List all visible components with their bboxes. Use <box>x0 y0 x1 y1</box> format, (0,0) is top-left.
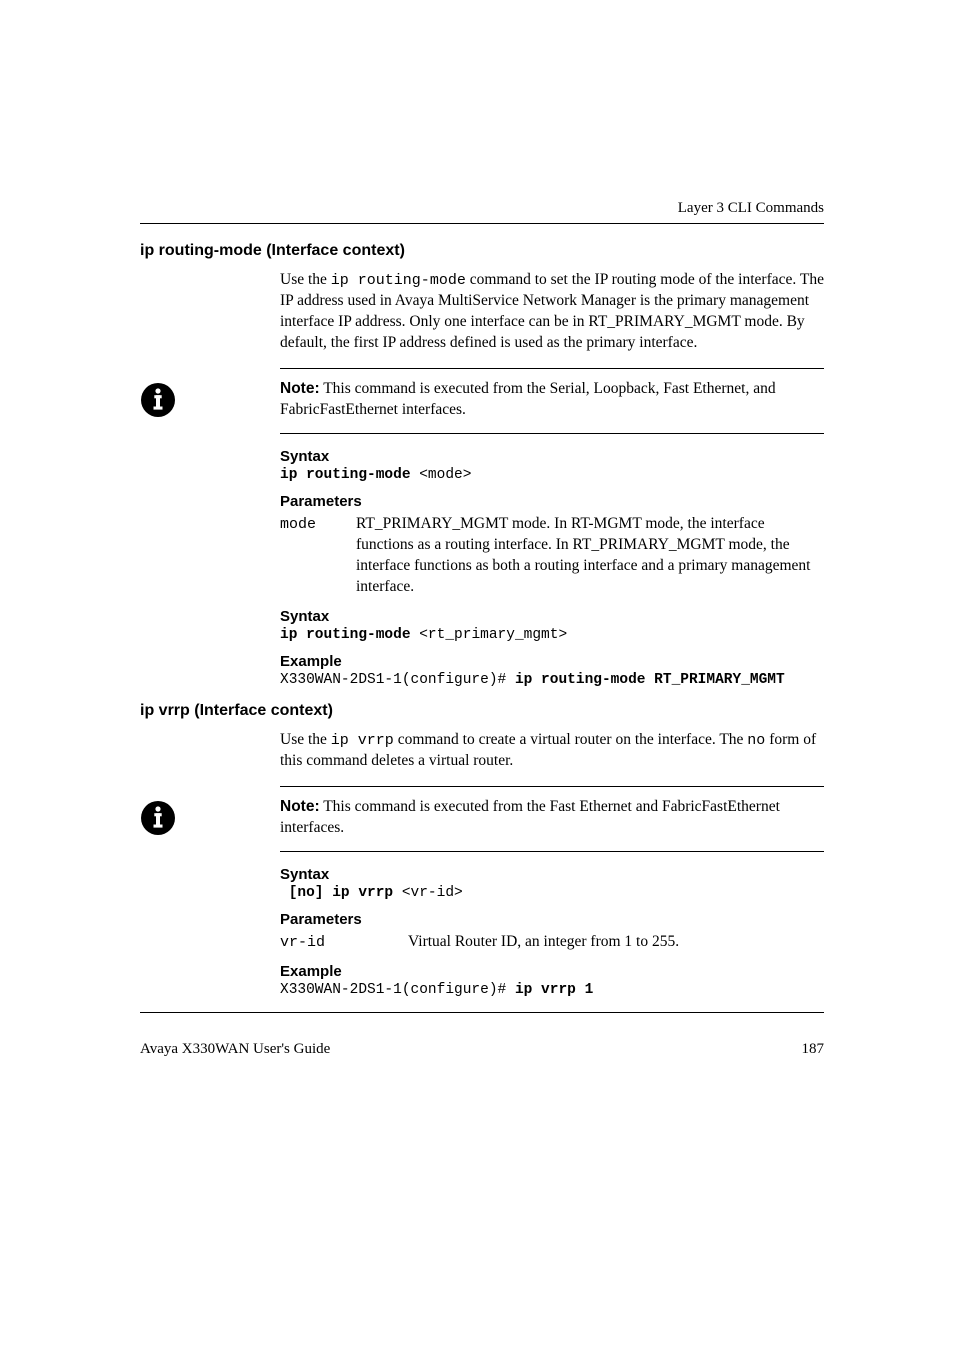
note-label-2: Note: <box>280 798 320 815</box>
example-heading: Example <box>280 653 824 670</box>
param-name: mode <box>280 514 338 598</box>
param-desc: RT_PRIMARY_MGMT mode. In RT-MGMT mode, t… <box>356 514 824 598</box>
syntax-line-1: ip routing-mode <mode> <box>280 467 824 483</box>
syntax-bold: ip routing-mode <box>280 467 419 483</box>
footer-right: 187 <box>802 1041 825 1058</box>
info-icon <box>140 382 176 418</box>
param-row: mode RT_PRIMARY_MGMT mode. In RT-MGMT mo… <box>280 514 824 598</box>
note-rule-bottom-2 <box>280 851 824 852</box>
note-block: Note: This command is executed from the … <box>280 368 824 434</box>
example2-bold: ip vrrp 1 <box>515 982 593 998</box>
example-line: X330WAN-2DS1-1(configure)# ip routing-mo… <box>280 672 824 688</box>
syntax-heading: Syntax <box>280 448 824 465</box>
intro2-pre: Use the <box>280 731 331 748</box>
note-label: Note: <box>280 380 320 397</box>
syntax2-arg: <rt_primary_mgmt> <box>419 627 567 643</box>
note-text-2: Note: This command is executed from the … <box>280 787 824 851</box>
intro2-no: no <box>747 732 765 749</box>
example2-pre: X330WAN-2DS1-1(configure)# <box>280 982 515 998</box>
intro-paragraph-2: Use the ip vrrp command to create a virt… <box>280 730 824 772</box>
syntax-arg: <mode> <box>419 467 471 483</box>
parameters-table: mode RT_PRIMARY_MGMT mode. In RT-MGMT mo… <box>280 514 824 598</box>
parameters-heading: Parameters <box>280 493 824 510</box>
header-rule <box>140 223 824 224</box>
syntax-line-3: [no] ip vrrp <vr-id> <box>280 885 824 901</box>
section-title-ip-vrrp: ip vrrp (Interface context) <box>140 702 824 720</box>
intro-command: ip routing-mode <box>331 272 466 289</box>
param-name-2: vr-id <box>280 932 390 953</box>
note-body-2: This command is executed from the Fast E… <box>280 798 780 836</box>
example-heading-2: Example <box>280 963 824 980</box>
param-desc-2: Virtual Router ID, an integer from 1 to … <box>408 932 824 953</box>
syntax-line-2: ip routing-mode <rt_primary_mgmt> <box>280 627 824 643</box>
intro-paragraph: Use the ip routing-mode command to set t… <box>280 270 824 354</box>
note-text: Note: This command is executed from the … <box>280 369 824 433</box>
note-body: This command is executed from the Serial… <box>280 380 776 418</box>
intro2-mid: command to create a virtual router on th… <box>394 731 747 748</box>
syntax3-bold: [no] ip vrrp <box>280 885 402 901</box>
syntax3-arg: <vr-id> <box>402 885 463 901</box>
footer-left: Avaya X330WAN User's Guide <box>140 1041 330 1058</box>
note-rule-bottom <box>280 433 824 434</box>
footer-rule <box>140 1012 824 1013</box>
syntax-heading-3: Syntax <box>280 866 824 883</box>
param-row-2: vr-id Virtual Router ID, an integer from… <box>280 932 824 953</box>
syntax-heading-2: Syntax <box>280 608 824 625</box>
intro-pre: Use the <box>280 271 331 288</box>
example-bold: ip routing-mode RT_PRIMARY_MGMT <box>515 672 785 688</box>
parameters-table-2: vr-id Virtual Router ID, an integer from… <box>280 932 824 953</box>
syntax2-bold: ip routing-mode <box>280 627 419 643</box>
info-icon <box>140 800 176 836</box>
parameters-heading-2: Parameters <box>280 911 824 928</box>
note-block-2: Note: This command is executed from the … <box>280 786 824 852</box>
page-footer: Avaya X330WAN User's Guide 187 <box>140 1041 824 1058</box>
example-pre: X330WAN-2DS1-1(configure)# <box>280 672 515 688</box>
section-title-ip-routing-mode: ip routing-mode (Interface context) <box>140 242 824 260</box>
intro2-command: ip vrrp <box>331 732 394 749</box>
example-line-2: X330WAN-2DS1-1(configure)# ip vrrp 1 <box>280 982 824 998</box>
page-header-chapter: Layer 3 CLI Commands <box>140 200 824 217</box>
